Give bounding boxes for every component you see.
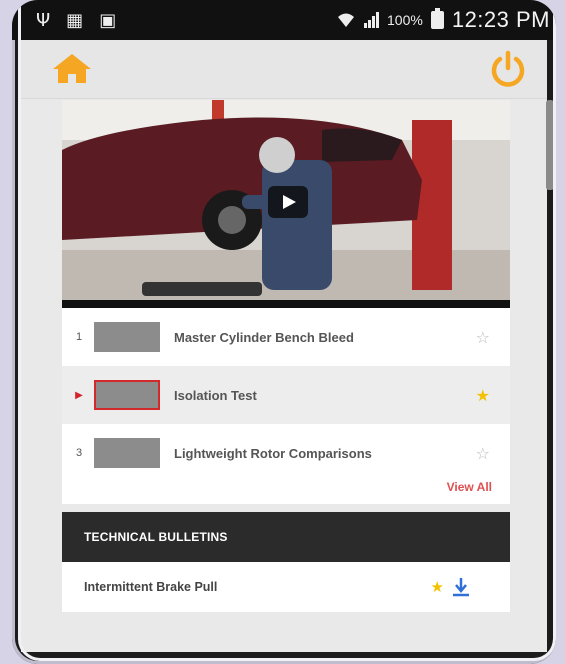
section-header: TECHNICAL BULLETINS: [62, 512, 510, 562]
section-title: TECHNICAL BULLETINS: [84, 530, 228, 544]
item-index: 1: [75, 331, 83, 343]
video-thumbnail[interactable]: [94, 322, 160, 352]
briefcase-icon: ▣: [99, 9, 117, 31]
battery-icon: [430, 8, 444, 29]
list-item[interactable]: 3 Lightweight Rotor Comparisons ☆: [62, 424, 510, 482]
item-title[interactable]: Isolation Test: [174, 388, 374, 403]
item-title[interactable]: Master Cylinder Bench Bleed: [174, 330, 374, 345]
now-playing-arrow-icon: ▶: [75, 389, 83, 401]
view-all-link[interactable]: View All: [447, 480, 492, 494]
status-bar: Ψ ▦ ▣ 100% 12:23 PM: [12, 0, 556, 40]
list-item[interactable]: 1 Master Cylinder Bench Bleed ☆: [62, 308, 510, 366]
star-outline-icon[interactable]: ☆: [476, 328, 490, 347]
home-icon[interactable]: [51, 52, 93, 84]
usb-icon: Ψ: [36, 9, 51, 31]
scrollbar[interactable]: [546, 100, 554, 190]
video-thumbnail[interactable]: [94, 380, 160, 410]
list-item[interactable]: ▶ Isolation Test ★: [62, 366, 510, 424]
app-bar: [21, 40, 547, 99]
star-filled-icon[interactable]: ★: [431, 578, 444, 596]
play-icon[interactable]: [268, 186, 308, 218]
bulletin-item[interactable]: Intermittent Brake Pull ★: [62, 562, 510, 612]
bulletin-title[interactable]: Intermittent Brake Pull: [84, 580, 217, 594]
star-filled-icon[interactable]: ★: [476, 386, 490, 405]
download-icon[interactable]: [452, 577, 470, 597]
item-index: 3: [75, 447, 83, 459]
video-thumbnail[interactable]: [94, 438, 160, 468]
power-icon[interactable]: [489, 50, 527, 88]
phone-frame: Ψ ▦ ▣ 100% 12:23 PM 1 Master Cylinder Be…: [12, 0, 556, 664]
clock: 12:23 PM: [451, 7, 550, 32]
signal-icon: [364, 12, 380, 28]
wifi-icon: [338, 13, 355, 27]
video-player[interactable]: [62, 100, 510, 308]
item-title[interactable]: Lightweight Rotor Comparisons: [174, 446, 374, 461]
battery-percent: 100%: [387, 12, 423, 28]
notification-icon: ▦: [66, 9, 84, 31]
video-playlist: 1 Master Cylinder Bench Bleed ☆ ▶ Isolat…: [62, 308, 510, 504]
star-outline-icon[interactable]: ☆: [476, 444, 490, 463]
